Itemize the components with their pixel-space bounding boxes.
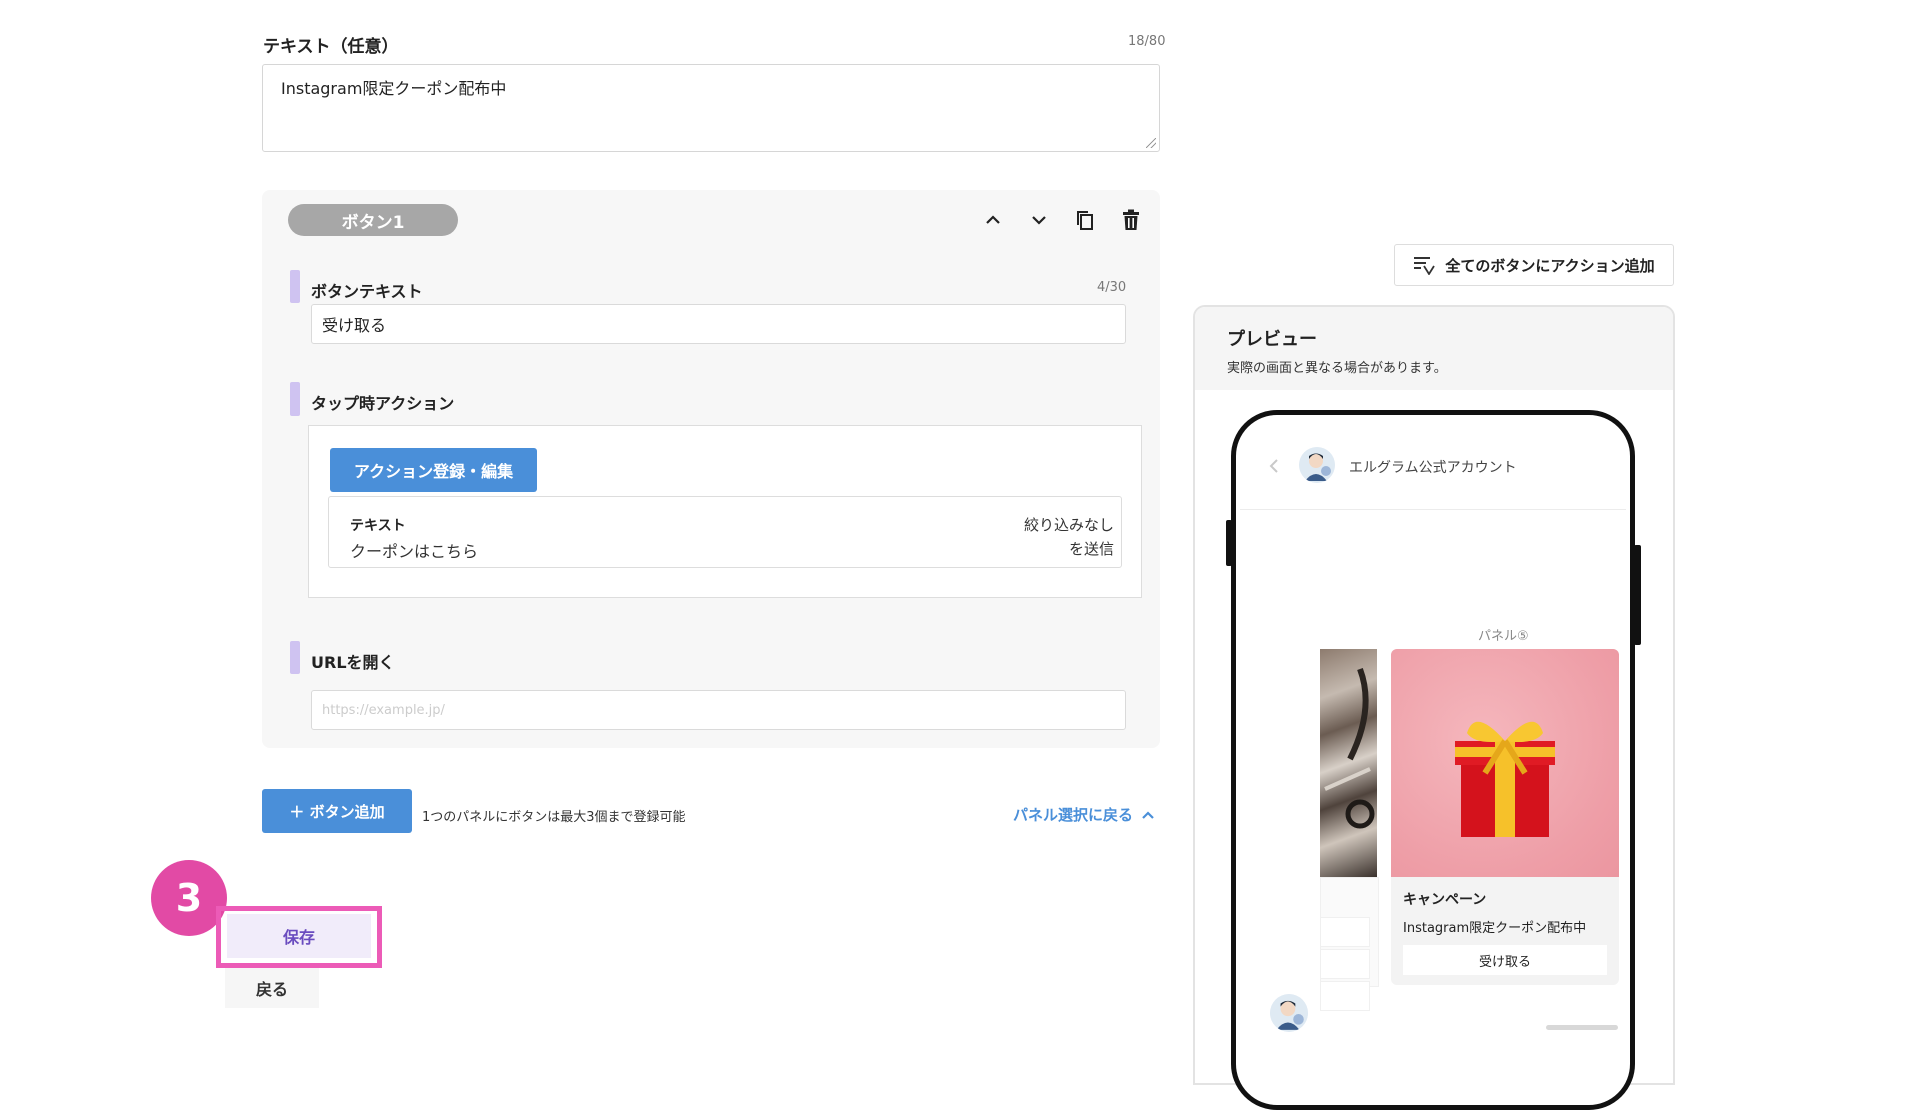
chevron-left-icon[interactable]: [1268, 458, 1280, 474]
carousel-panel-photo-button[interactable]: [1320, 981, 1370, 1011]
text-field-label: テキスト（任意）: [263, 37, 399, 57]
add-button-button[interactable]: ＋ ボタン追加: [262, 789, 412, 833]
action-register-edit-button[interactable]: アクション登録・編集: [330, 448, 537, 492]
tap-action-label: タップ時アクション: [311, 394, 455, 413]
move-down-button[interactable]: [1023, 204, 1055, 236]
gift-image: [1391, 649, 1619, 877]
back-to-panel-link[interactable]: パネル選択に戻る: [1013, 804, 1155, 825]
phone-side-button: [1634, 545, 1641, 645]
url-input[interactable]: https://example.jp/: [311, 690, 1126, 730]
section-marker: [290, 270, 300, 303]
back-to-panel-label: パネル選択に戻る: [1013, 806, 1134, 824]
preview-title: プレビュー: [1227, 329, 1317, 350]
account-name: エルグラム公式アカウント: [1349, 460, 1517, 476]
move-up-button[interactable]: [977, 204, 1009, 236]
url-input-placeholder: https://example.jp/: [322, 702, 445, 718]
panel-label: パネル⑤: [1478, 629, 1529, 644]
add-action-to-all-buttons[interactable]: 全てのボタンにアクション追加: [1394, 244, 1674, 286]
button-text-input[interactable]: 受け取る: [311, 304, 1126, 344]
add-action-to-all-buttons-label: 全てのボタンにアクション追加: [1445, 256, 1655, 275]
text-field-input[interactable]: Instagram限定クーポン配布中: [262, 64, 1160, 152]
chat-header-divider: [1240, 509, 1626, 510]
user-avatar-icon: [1270, 994, 1308, 1032]
gift-box-icon: [1455, 721, 1555, 837]
campaign-card-title: キャンペーン: [1403, 892, 1487, 908]
carousel-scroll-indicator[interactable]: [1546, 1025, 1618, 1030]
carousel-panel-photo-button[interactable]: [1320, 949, 1370, 979]
add-button-note: 1つのパネルにボタンは最大3個まで登録可能: [422, 810, 686, 825]
campaign-card-text: Instagram限定クーポン配布中: [1403, 921, 1587, 936]
scissors-photo-icon: [1324, 667, 1375, 829]
account-avatar: [1299, 447, 1335, 483]
carousel-panel-campaign: キャンペーン Instagram限定クーポン配布中 受け取る: [1391, 649, 1619, 985]
save-highlight-frame: [216, 906, 382, 968]
carousel-panel-photo-button[interactable]: [1320, 917, 1370, 947]
resize-handle-icon[interactable]: [1146, 138, 1156, 148]
section-marker: [290, 641, 300, 674]
carousel-panel-photo: [1320, 649, 1377, 877]
user-avatar-icon: [1299, 447, 1335, 483]
button-card-title-pill: ボタン1: [288, 204, 458, 236]
chat-avatar: [1270, 994, 1308, 1032]
copy-icon: [1077, 211, 1093, 230]
button-text-value: 受け取る: [322, 316, 387, 335]
filter-list-icon: [1414, 257, 1436, 275]
action-row-title: テキスト: [350, 518, 406, 534]
text-field-value: Instagram限定クーポン配布中: [281, 79, 507, 98]
text-field-counter: 18/80: [1128, 34, 1166, 49]
action-row-value: クーポンはこちら: [350, 542, 479, 561]
button-text-label: ボタンテキスト: [311, 282, 423, 301]
delete-button[interactable]: [1115, 204, 1147, 236]
button-text-counter: 4/30: [1097, 280, 1127, 295]
campaign-card-button[interactable]: 受け取る: [1403, 945, 1607, 975]
action-row-filter: 絞り込みなし: [1023, 516, 1114, 534]
back-button[interactable]: 戻る: [225, 968, 319, 1008]
open-url-label: URLを開く: [311, 653, 395, 672]
trash-icon: [1123, 209, 1139, 230]
chevron-down-icon: [1032, 216, 1046, 225]
section-marker: [290, 382, 300, 416]
chevron-up-icon: [1142, 810, 1154, 819]
chevron-up-icon: [986, 215, 1000, 224]
preview-subtitle: 実際の画面と異なる場合があります。: [1227, 361, 1447, 376]
duplicate-button[interactable]: [1069, 204, 1101, 236]
action-row-send: を送信: [1068, 540, 1114, 558]
